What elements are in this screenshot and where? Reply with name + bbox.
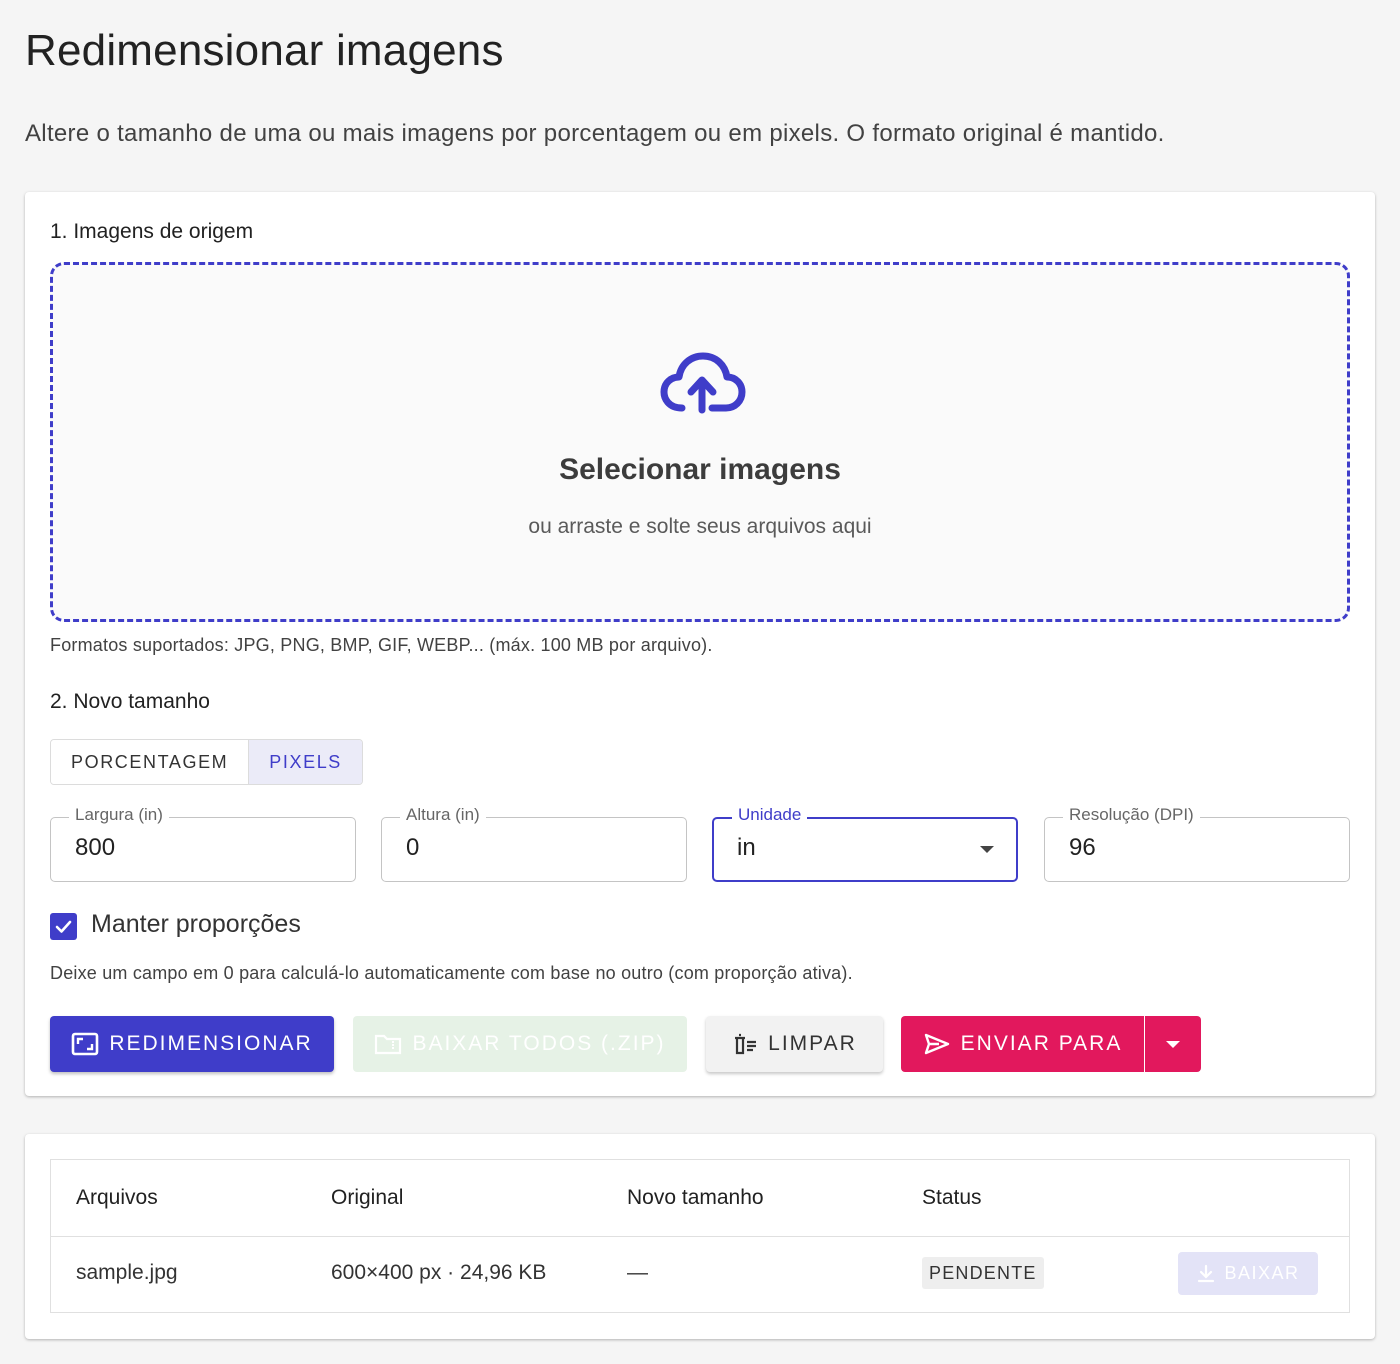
folder-zip-icon <box>375 1034 402 1055</box>
dpi-field-value[interactable]: 96 <box>1069 834 1096 862</box>
resize-button-label: REDIMENSIONAR <box>109 1032 313 1055</box>
files-table-card: Arquivos Original Novo tamanho Status sa… <box>25 1134 1375 1339</box>
helper-text: Deixe um campo em 0 para calculá-lo auto… <box>50 963 853 983</box>
resize-form-card: 1. Imagens de origem Selecionar imagens … <box>25 192 1375 1096</box>
column-header-status: Status <box>922 1186 982 1209</box>
header-divider <box>51 1236 1349 1237</box>
row-original-size: 600×400 px · 24,96 KB <box>331 1261 547 1284</box>
source-section-label: 1. Imagens de origem <box>50 220 254 243</box>
unit-select[interactable]: Unidade in <box>712 805 1018 882</box>
send-icon <box>924 1033 949 1055</box>
dpi-field[interactable]: Resolução (DPI) 96 <box>1044 805 1350 882</box>
width-field-label: Largura (in) <box>69 805 169 825</box>
cloud-upload-icon <box>660 352 746 414</box>
clear-button-label: LIMPAR <box>768 1032 857 1055</box>
size-section-label: 2. Novo tamanho <box>50 690 210 713</box>
files-table: Arquivos Original Novo tamanho Status sa… <box>50 1159 1350 1313</box>
resize-button[interactable]: REDIMENSIONAR <box>50 1016 334 1072</box>
status-badge: PENDENTE <box>922 1257 1044 1289</box>
height-field-label: Altura (in) <box>400 805 486 825</box>
send-to-menu-button[interactable] <box>1145 1016 1201 1072</box>
dropzone-hint: ou arraste e solte seus arquivos aqui <box>528 515 872 538</box>
resize-icon <box>72 1032 99 1056</box>
mode-pixels-button[interactable]: PIXELS <box>248 740 362 784</box>
download-icon <box>1198 1264 1215 1282</box>
width-field-value[interactable]: 800 <box>75 834 115 862</box>
send-to-button[interactable]: ENVIAR PARA <box>901 1016 1144 1072</box>
keep-aspect-checkbox[interactable] <box>50 913 77 940</box>
width-field[interactable]: Largura (in) 800 <box>50 805 356 882</box>
keep-aspect-label[interactable]: Manter proporções <box>91 910 301 939</box>
mode-percentage-button[interactable]: PORCENTAGEM <box>51 740 249 784</box>
download-button[interactable]: BAIXAR <box>1178 1252 1318 1295</box>
row-new-size: — <box>627 1261 648 1284</box>
formats-note: Formatos suportados: JPG, PNG, BMP, GIF,… <box>50 635 713 655</box>
page-title: Redimensionar imagens <box>25 26 504 75</box>
dpi-field-label: Resolução (DPI) <box>1063 805 1200 825</box>
send-to-button-label: ENVIAR PARA <box>960 1032 1123 1055</box>
chevron-down-icon <box>1166 1040 1180 1048</box>
unit-select-label: Unidade <box>732 805 808 825</box>
check-icon <box>55 920 72 933</box>
dropdown-arrow-icon[interactable] <box>980 846 994 853</box>
column-header-original: Original <box>331 1186 404 1209</box>
height-field[interactable]: Altura (in) 0 <box>381 805 687 882</box>
clear-list-icon <box>735 1033 757 1055</box>
page-subtitle: Altere o tamanho de uma ou mais imagens … <box>25 120 1165 147</box>
clear-button[interactable]: LIMPAR <box>706 1016 883 1072</box>
height-field-value[interactable]: 0 <box>406 834 419 862</box>
size-mode-toggle: PORCENTAGEM PIXELS <box>50 739 363 785</box>
download-all-zip-button[interactable]: BAIXAR TODOS (.ZIP) <box>353 1016 687 1072</box>
download-button-label: BAIXAR <box>1224 1263 1300 1283</box>
column-header-files: Arquivos <box>76 1186 158 1209</box>
row-file-name: sample.jpg <box>76 1261 178 1284</box>
unit-select-value[interactable]: in <box>737 834 756 862</box>
dropzone-title: Selecionar imagens <box>559 453 841 486</box>
column-header-new-size: Novo tamanho <box>627 1186 764 1209</box>
image-dropzone[interactable]: Selecionar imagens ou arraste e solte se… <box>50 262 1350 622</box>
download-all-zip-label: BAIXAR TODOS (.ZIP) <box>412 1032 666 1055</box>
